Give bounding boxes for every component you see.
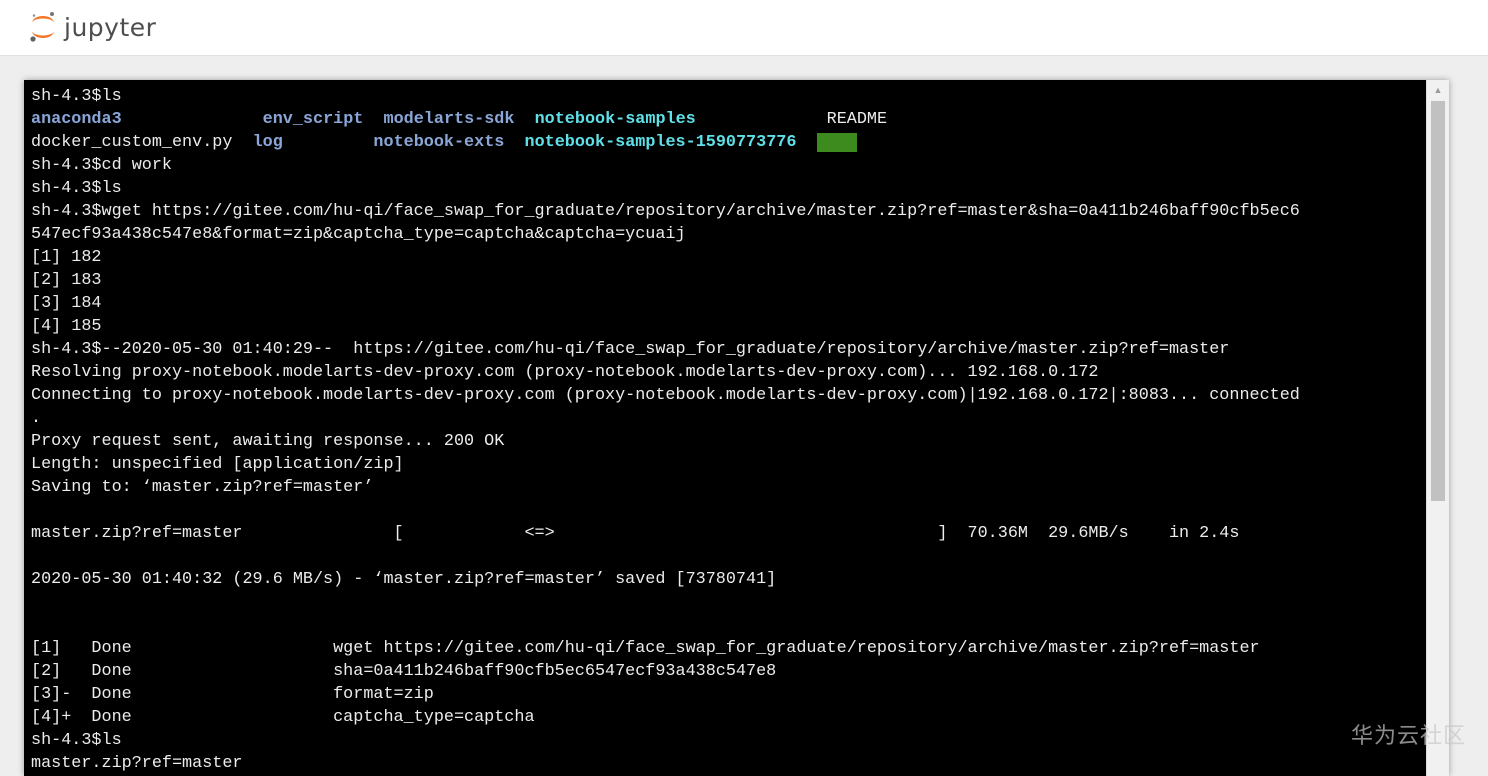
terminal-line: Proxy request sent, awaiting response...… — [31, 430, 1426, 453]
ls-entry: log — [252, 133, 283, 152]
terminal-text: 2020-05-30 01:40:32 (29.6 MB/s) - ‘maste… — [31, 570, 777, 589]
terminal-line: anaconda3 env_script modelarts-sdk noteb… — [31, 108, 1426, 131]
terminal-line: Saving to: ‘master.zip?ref=master’ — [31, 476, 1426, 499]
terminal-line: [3] 184 — [31, 292, 1426, 315]
terminal-text: [2] 183 — [31, 271, 102, 290]
ls-entry: anaconda3 — [31, 110, 122, 129]
terminal-text: . — [31, 409, 42, 428]
ls-entry: notebook-samples — [534, 110, 696, 129]
terminal-line: sh-4.3$cd work — [31, 154, 1426, 177]
terminal-text: sh-4.3$--2020-05-30 01:40:29-- https://g… — [31, 340, 1230, 359]
terminal-text: sh-4.3$ls — [31, 87, 122, 106]
terminal-line: Resolving proxy-notebook.modelarts-dev-p… — [31, 361, 1426, 384]
terminal-text: [3] 184 — [31, 294, 102, 313]
terminal-text: [2] Done sha=0a411b246baff90cfb5ec6547ec… — [31, 662, 777, 681]
terminal-text: master.zip?ref=master [ <=> ] 70.36M 29.… — [31, 524, 1240, 543]
terminal-line: [2] Done sha=0a411b246baff90cfb5ec6547ec… — [31, 660, 1426, 683]
terminal-text: Length: unspecified [application/zip] — [31, 455, 404, 474]
terminal-line: 547ecf93a438c547e8&format=zip&captcha_ty… — [31, 223, 1426, 246]
terminal-line: Length: unspecified [application/zip] — [31, 453, 1426, 476]
terminal-line: [3]- Done format=zip — [31, 683, 1426, 706]
terminal-line: [1] Done wget https://gitee.com/hu-qi/fa… — [31, 637, 1426, 660]
terminal-text: [4] 185 — [31, 317, 102, 336]
terminal-line: sh-4.3$ls — [31, 729, 1426, 752]
terminal-text: Proxy request sent, awaiting response...… — [31, 432, 505, 451]
terminal-text: Saving to: ‘master.zip?ref=master’ — [31, 478, 374, 497]
terminal-text: master.zip?ref=master — [31, 754, 243, 773]
terminal-text: [1] Done wget https://gitee.com/hu-qi/fa… — [31, 639, 1260, 658]
terminal-line: [2] 183 — [31, 269, 1426, 292]
terminal-line: Connecting to proxy-notebook.modelarts-d… — [31, 384, 1426, 407]
terminal-line: sh-4.3$ls — [31, 177, 1426, 200]
terminal-line: sh-4.3$ls — [31, 85, 1426, 108]
terminal-line: master.zip?ref=master — [31, 752, 1426, 775]
terminal-output[interactable]: sh-4.3$ls anaconda3 env_script modelarts-… — [31, 85, 1426, 775]
ls-entry: notebook-samples-1590773776 — [524, 133, 797, 152]
scrollbar-thumb[interactable] — [1431, 101, 1445, 501]
terminal-text: sh-4.3$ls — [31, 179, 122, 198]
ls-entry: env_script — [262, 110, 364, 129]
terminal-text: README — [695, 110, 888, 129]
terminal-text: sh-4.3$cd work — [31, 156, 172, 175]
terminal-panel[interactable]: sh-4.3$ls anaconda3 env_script modelarts-… — [24, 80, 1449, 776]
terminal-text: docker_custom_env.py — [31, 133, 253, 152]
jupyter-logo-icon — [28, 9, 58, 45]
ls-entry: work — [816, 133, 857, 152]
app-header: jupyter — [0, 0, 1488, 56]
terminal-text: [1] 182 — [31, 248, 102, 267]
jupyter-logo[interactable]: jupyter — [28, 8, 156, 46]
watermark: 华为云社区 — [1350, 724, 1466, 749]
terminal-text: Resolving proxy-notebook.modelarts-dev-p… — [31, 363, 1099, 382]
ls-entry: modelarts-sdk — [383, 110, 515, 129]
terminal-text: sh-4.3$ls — [31, 731, 122, 750]
terminal-text: Connecting to proxy-notebook.modelarts-d… — [31, 386, 1300, 405]
terminal-text: [3]- Done format=zip — [31, 685, 434, 704]
terminal-line: sh-4.3$--2020-05-30 01:40:29-- https://g… — [31, 338, 1426, 361]
terminal-scrollbar[interactable]: ▲ — [1426, 80, 1449, 776]
terminal-line: 2020-05-30 01:40:32 (29.6 MB/s) - ‘maste… — [31, 568, 1426, 591]
terminal-line: . — [31, 407, 1426, 430]
terminal-line: sh-4.3$wget https://gitee.com/hu-qi/face… — [31, 200, 1426, 223]
terminal-text: 547ecf93a438c547e8&format=zip&captcha_ty… — [31, 225, 686, 244]
terminal-text: sh-4.3$wget https://gitee.com/hu-qi/face… — [31, 202, 1300, 221]
terminal-text: [4]+ Done captcha_type=captcha — [31, 708, 535, 727]
terminal-line: [1] 182 — [31, 246, 1426, 269]
ls-entry: notebook-exts — [373, 133, 505, 152]
terminal-line: master.zip?ref=master [ <=> ] 70.36M 29.… — [31, 522, 1426, 545]
arrow-up-icon[interactable]: ▲ — [1427, 80, 1449, 100]
terminal-line: [4] 185 — [31, 315, 1426, 338]
terminal-line: docker_custom_env.py log notebook-exts n… — [31, 131, 1426, 154]
logo-text: jupyter — [64, 12, 157, 42]
terminal-line: [4]+ Done captcha_type=captcha — [31, 706, 1426, 729]
